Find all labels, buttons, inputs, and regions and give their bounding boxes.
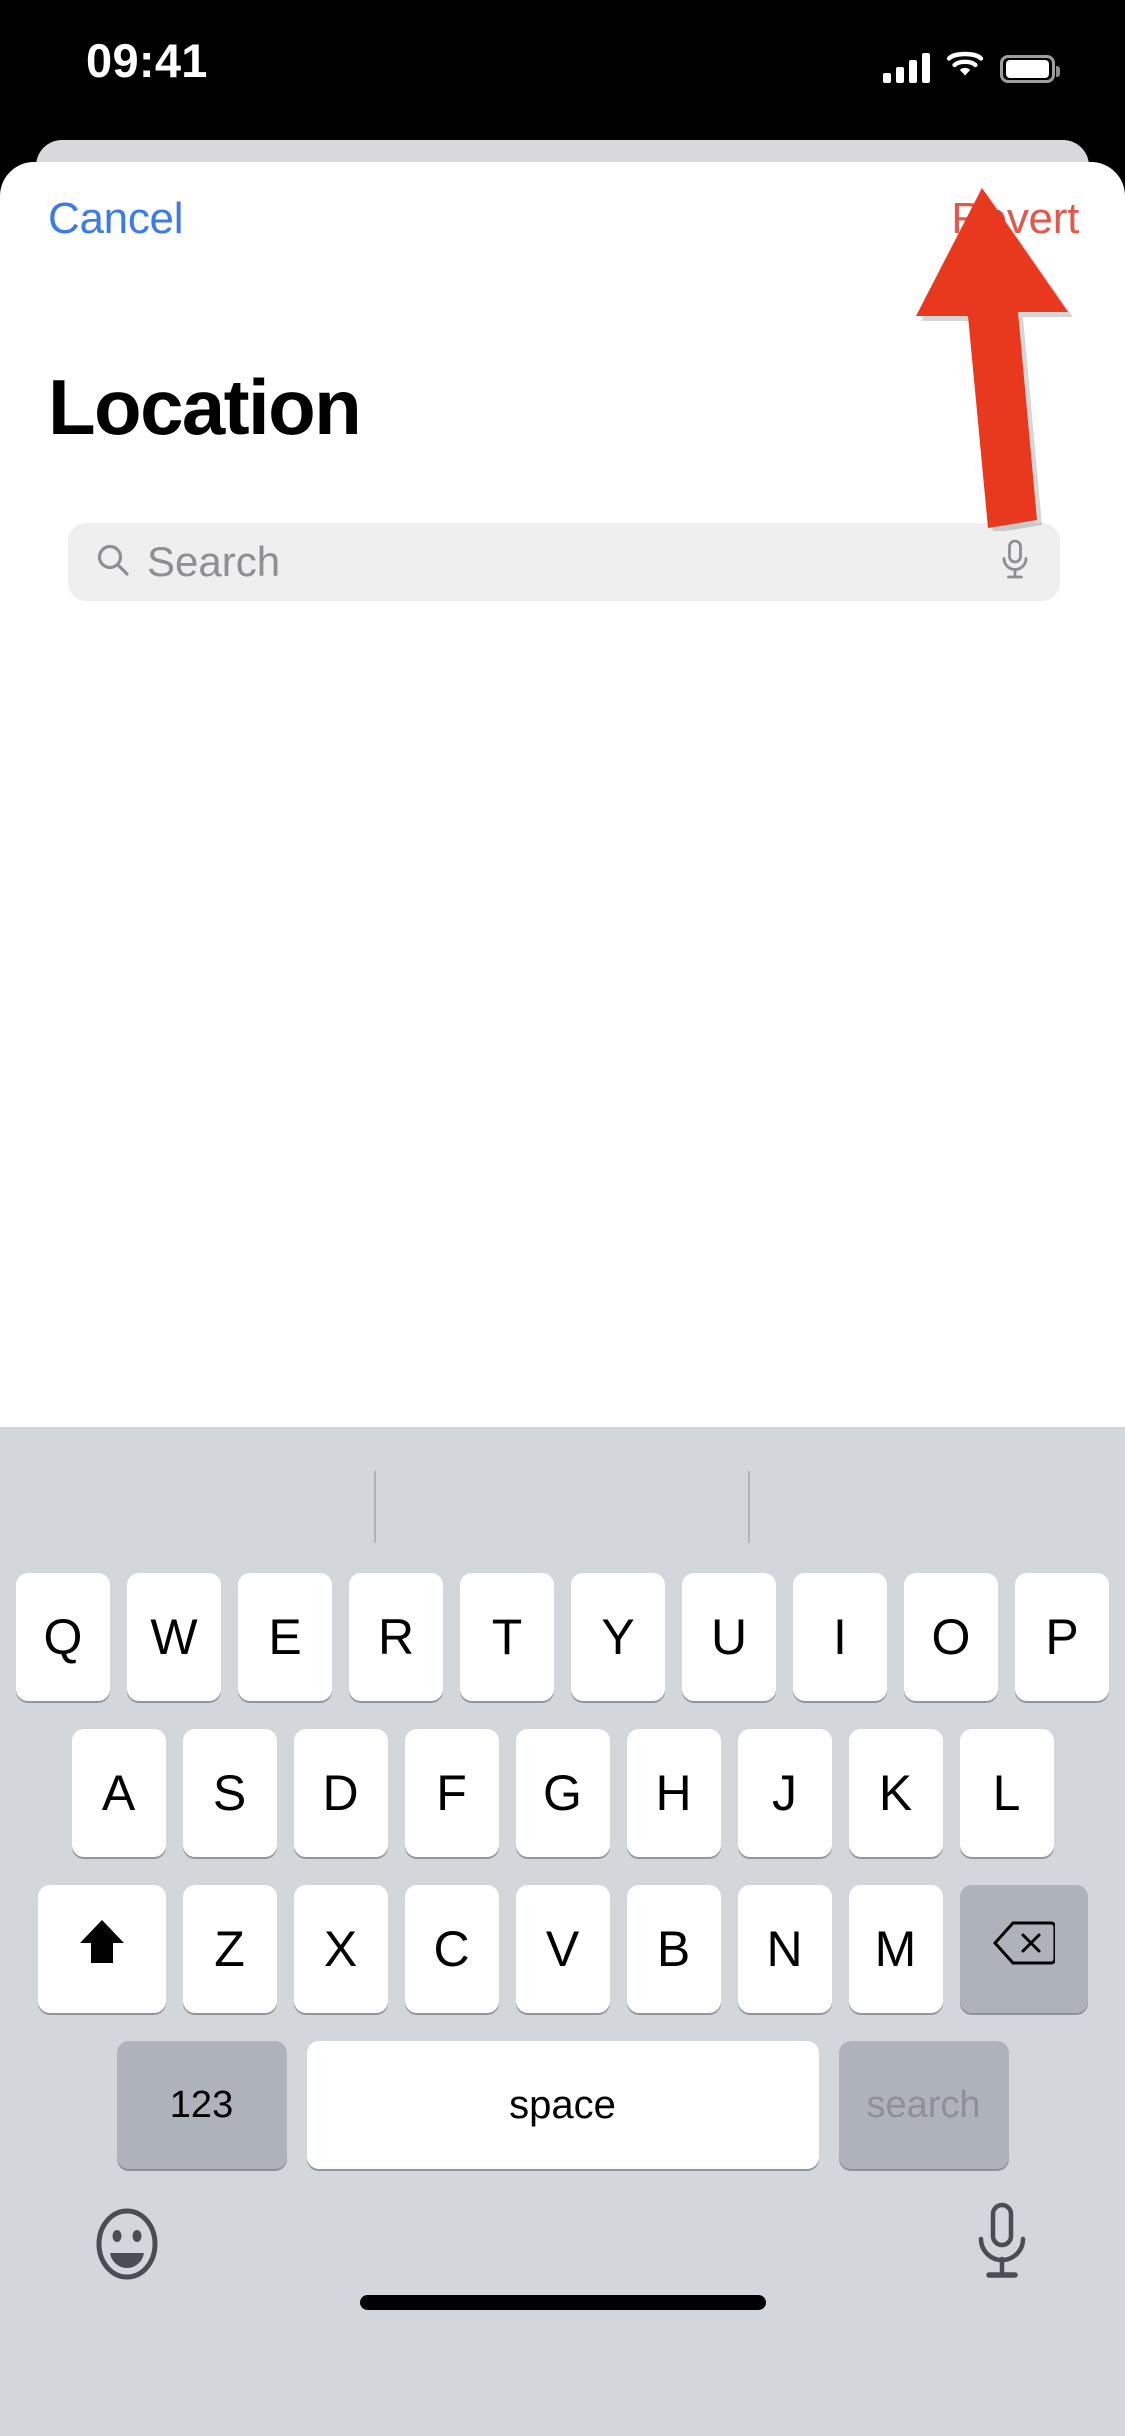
key-o[interactable]: O (904, 1573, 998, 1701)
revert-button[interactable]: Revert (951, 194, 1079, 244)
key-f[interactable]: F (404, 1729, 499, 1857)
iphone-screen: 09:41 Cancel Revert Location Search Q W … (0, 0, 1125, 2436)
software-keyboard: Q W E R T Y U I O P A S D F G H J K L Z … (0, 1427, 1125, 2436)
predictive-divider (748, 1471, 750, 1543)
status-bar: 09:41 (0, 0, 1125, 132)
shift-arrow-icon (76, 1915, 128, 1983)
delete-backspace-icon (992, 1920, 1056, 1978)
microphone-icon[interactable] (998, 538, 1060, 587)
key-e[interactable]: E (238, 1573, 332, 1701)
cancel-button[interactable]: Cancel (48, 194, 183, 244)
search-return-key[interactable]: search (838, 2041, 1009, 2169)
key-c[interactable]: C (404, 1885, 499, 2013)
key-b[interactable]: B (626, 1885, 721, 2013)
key-u[interactable]: U (682, 1573, 776, 1701)
keyboard-row-1: Q W E R T Y U I O P (0, 1573, 1125, 1701)
cellular-signal-icon (883, 53, 930, 83)
key-j[interactable]: J (737, 1729, 832, 1857)
status-bar-icons (883, 48, 1060, 83)
key-w[interactable]: W (127, 1573, 221, 1701)
key-r[interactable]: R (349, 1573, 443, 1701)
microphone-icon[interactable] (971, 2201, 1033, 2285)
search-field[interactable] (68, 523, 1060, 601)
battery-full-icon (1000, 55, 1060, 83)
key-g[interactable]: G (515, 1729, 610, 1857)
key-s[interactable]: S (182, 1729, 277, 1857)
keyboard-accessory-row (0, 2169, 1125, 2344)
modal-nav-bar: Cancel Revert (0, 162, 1125, 278)
key-t[interactable]: T (460, 1573, 554, 1701)
key-h[interactable]: H (626, 1729, 721, 1857)
key-m[interactable]: M (848, 1885, 943, 2013)
delete-key[interactable] (959, 1885, 1088, 2013)
key-q[interactable]: Q (16, 1573, 110, 1701)
key-p[interactable]: P (1015, 1573, 1109, 1701)
key-d[interactable]: D (293, 1729, 388, 1857)
key-n[interactable]: N (737, 1885, 832, 2013)
home-indicator (359, 2295, 766, 2310)
keyboard-row-2: A S D F G H J K L (0, 1729, 1125, 1857)
search-input[interactable] (147, 538, 998, 586)
predictive-divider (374, 1471, 376, 1543)
shift-key[interactable] (37, 1885, 166, 2013)
key-i[interactable]: I (793, 1573, 887, 1701)
wifi-icon (946, 48, 984, 83)
key-v[interactable]: V (515, 1885, 610, 2013)
key-z[interactable]: Z (182, 1885, 277, 2013)
page-title: Location (48, 363, 362, 451)
location-modal-sheet: Cancel Revert Location (0, 162, 1125, 1427)
key-x[interactable]: X (293, 1885, 388, 2013)
key-a[interactable]: A (71, 1729, 166, 1857)
keyboard-row-4: 123 space search (0, 2041, 1125, 2169)
magnifying-glass-icon (68, 542, 131, 583)
key-l[interactable]: L (959, 1729, 1054, 1857)
predictive-text-bar[interactable] (0, 1427, 1125, 1569)
numeric-key[interactable]: 123 (116, 2041, 287, 2169)
key-y[interactable]: Y (571, 1573, 665, 1701)
space-key[interactable]: space (306, 2041, 819, 2169)
key-k[interactable]: K (848, 1729, 943, 1857)
emoji-smiley-icon[interactable] (90, 2207, 164, 2281)
keyboard-row-3: Z X C V B N M (0, 1885, 1125, 2013)
status-bar-time: 09:41 (86, 34, 208, 87)
